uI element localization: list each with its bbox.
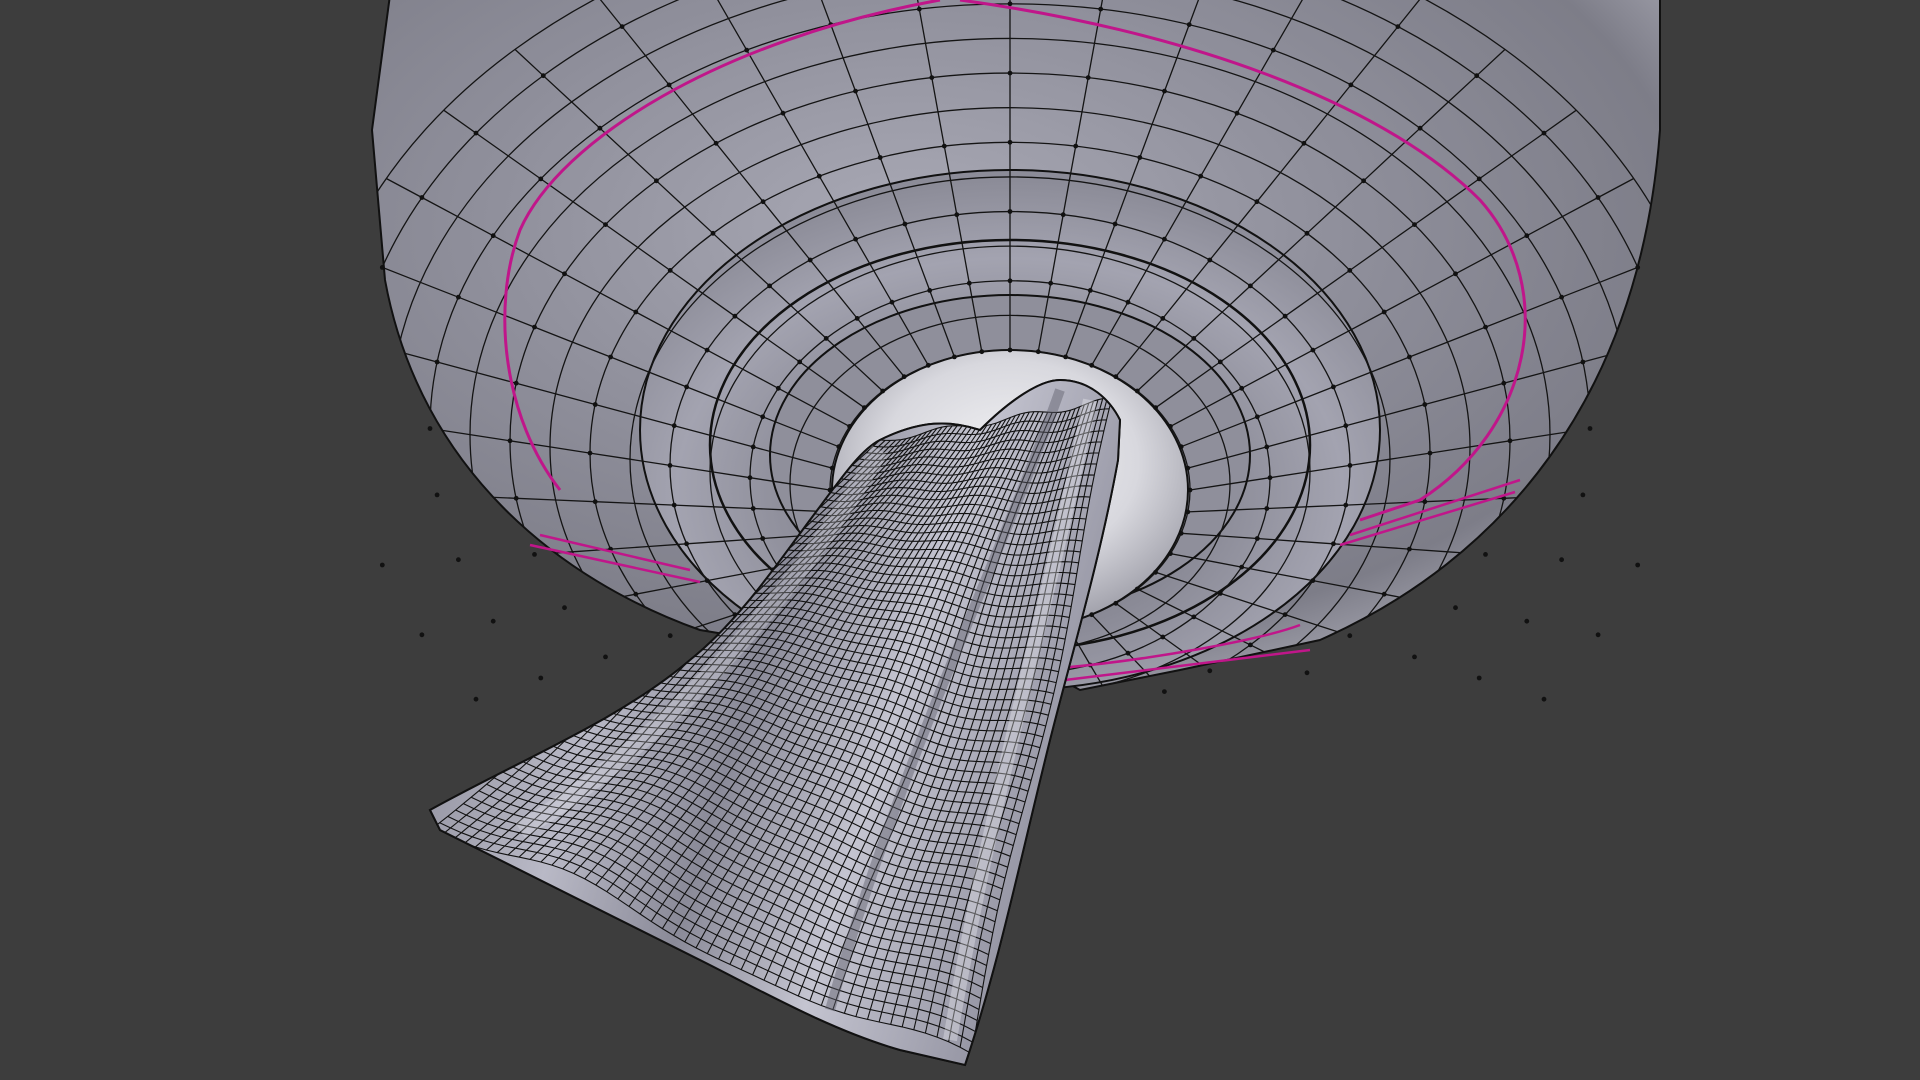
3d-viewport[interactable]	[0, 0, 1920, 1080]
viewport-scene[interactable]	[0, 0, 1920, 1080]
